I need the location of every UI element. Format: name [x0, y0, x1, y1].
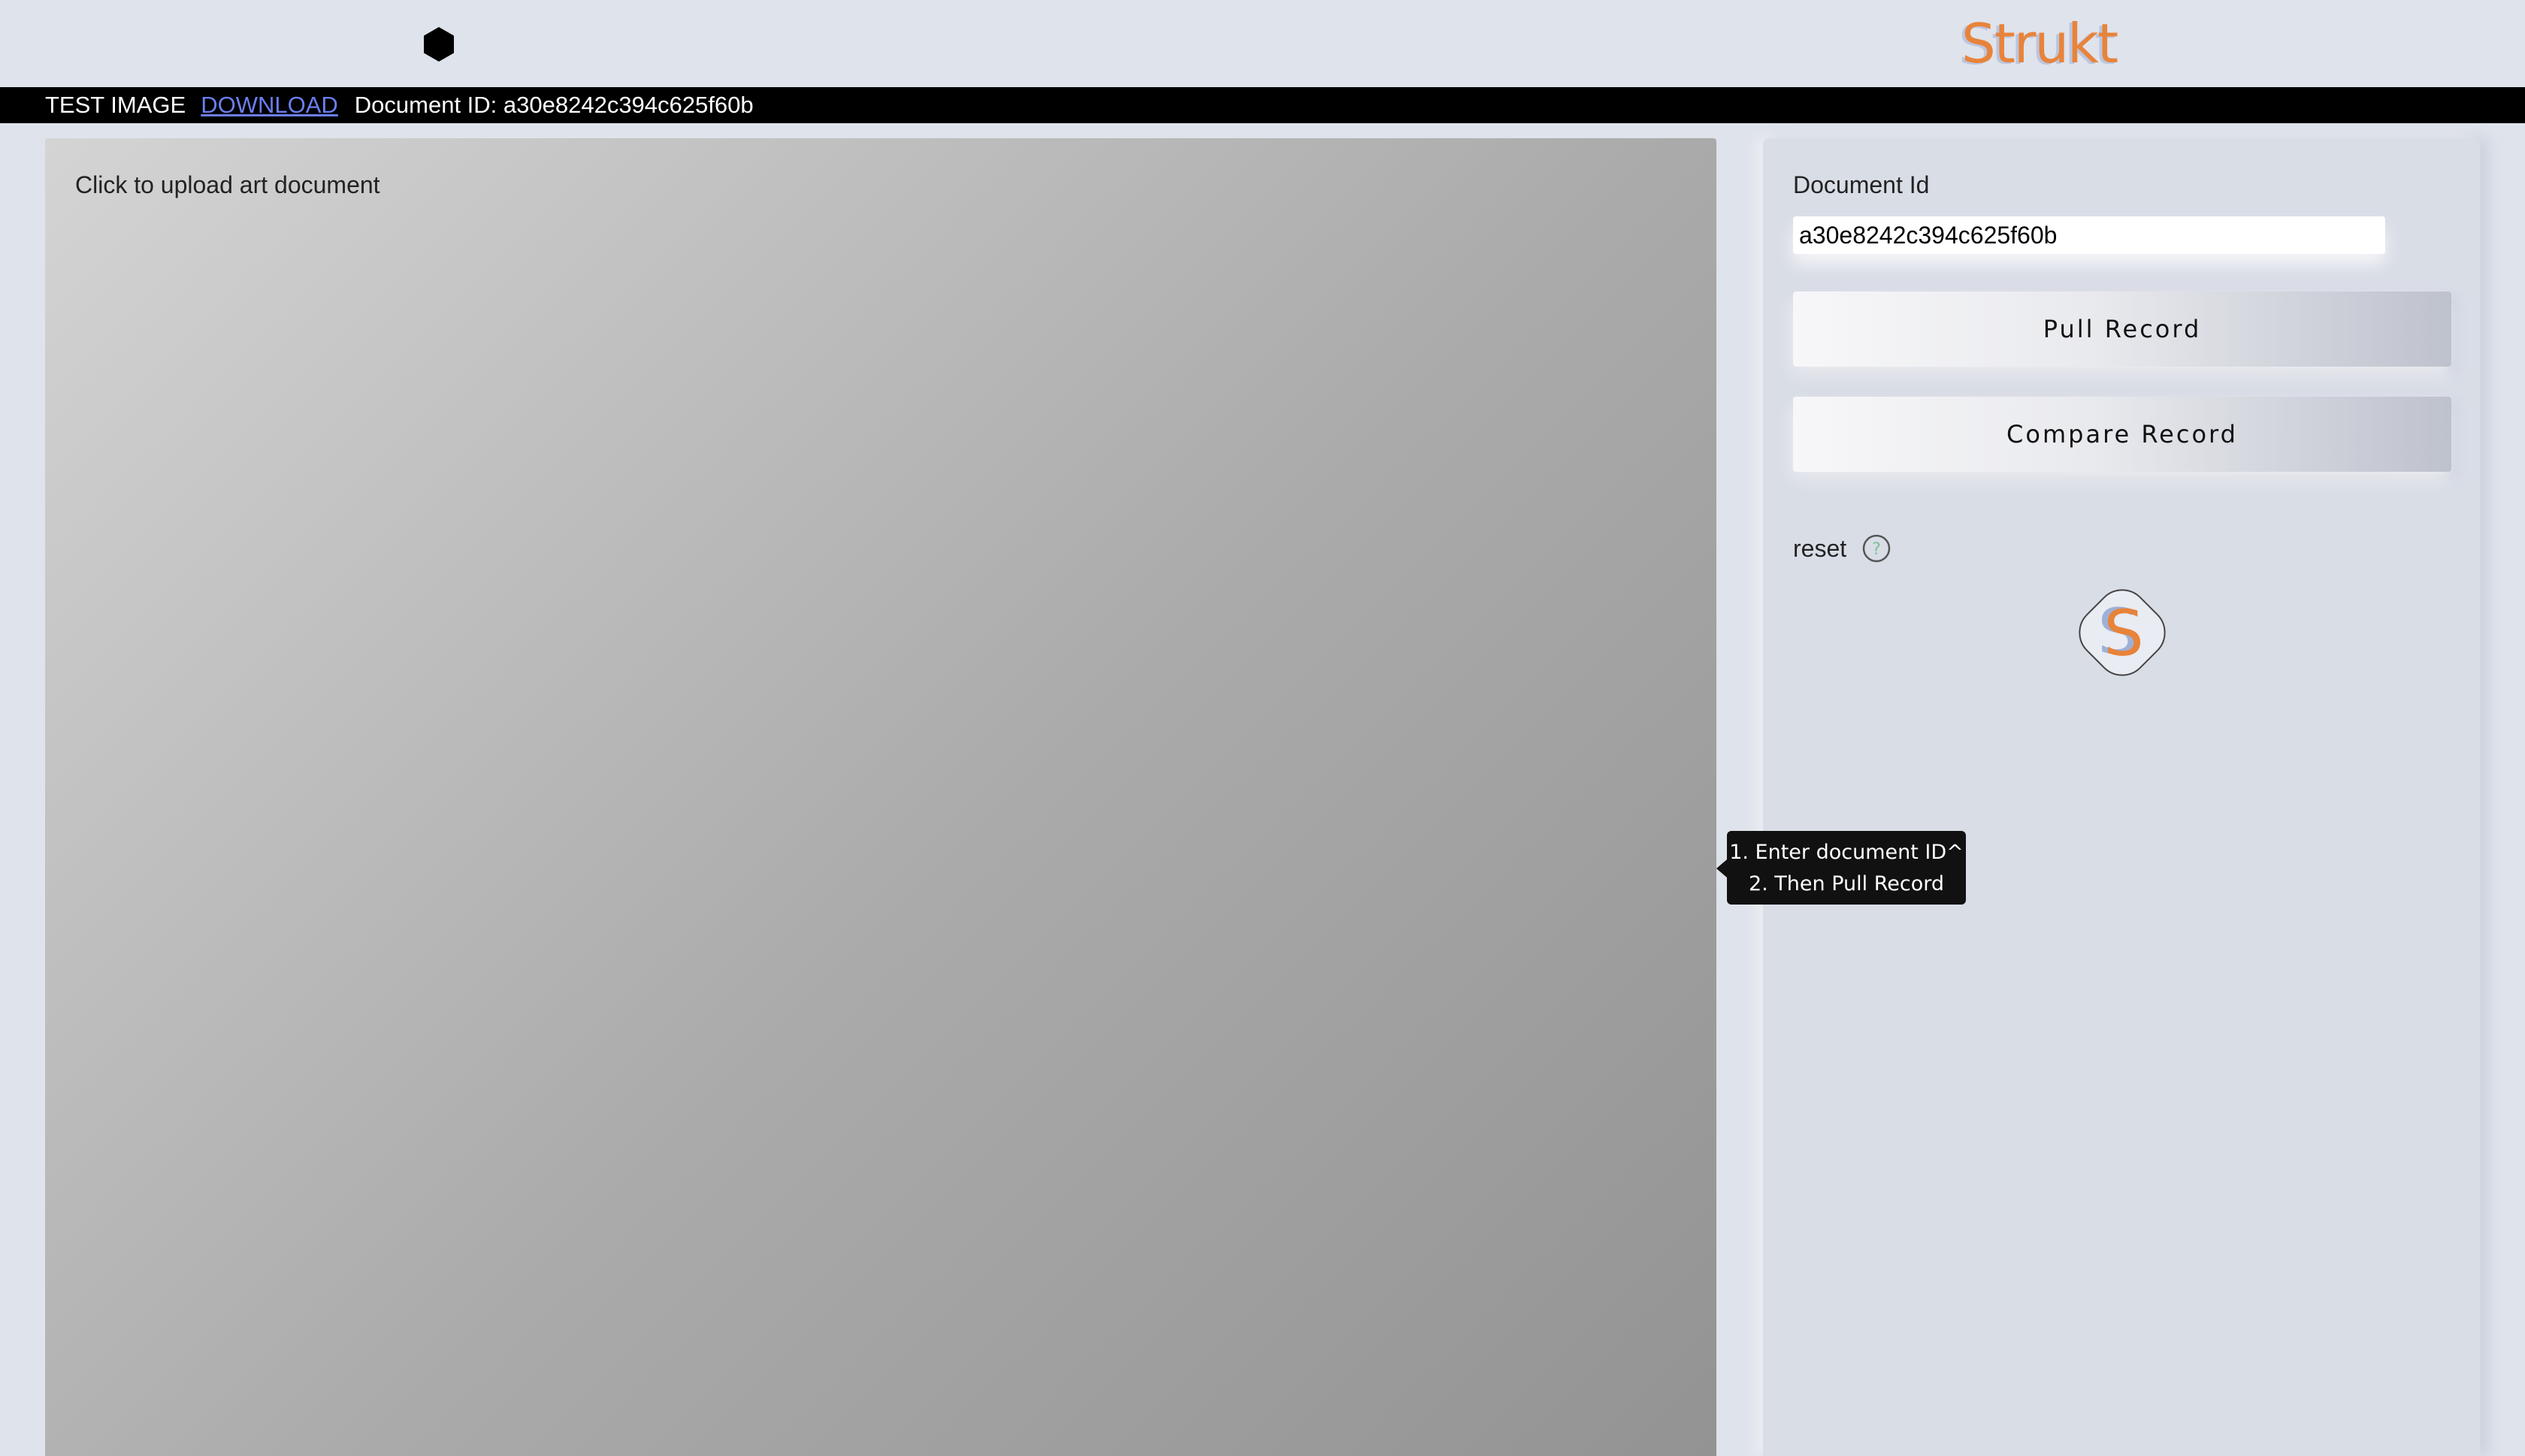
- test-image-label: TEST IMAGE: [45, 92, 186, 118]
- upload-prompt: Click to upload art document: [75, 171, 380, 198]
- reset-row: reset ?: [1793, 533, 1891, 563]
- instructions-tooltip: 1. Enter document ID^ 2. Then Pull Recor…: [1716, 831, 1966, 905]
- brand-logo[interactable]: Strukt: [1961, 12, 2118, 75]
- strukt-s-logo-icon: S S: [2079, 589, 2166, 676]
- app-root: Strukt TEST IMAGE DOWNLOAD Document ID: …: [0, 0, 2525, 1456]
- tooltip-line-2: 2. Then Pull Record: [1748, 872, 1945, 896]
- logo-letter: S: [2103, 597, 2143, 670]
- svg-text:?: ?: [1872, 540, 1881, 559]
- compare-record-button[interactable]: Compare Record: [1793, 397, 2451, 472]
- document-id-label: Document Id: [1793, 171, 1930, 198]
- download-link[interactable]: DOWNLOAD: [201, 92, 338, 119]
- record-side-panel: Document Id Pull Record Compare Record r…: [1763, 138, 2480, 1456]
- pull-record-button[interactable]: Pull Record: [1793, 292, 2451, 367]
- hexagon-icon[interactable]: [420, 26, 458, 63]
- tooltip-line-1: 1. Enter document ID^: [1729, 841, 1964, 864]
- question-circle-icon[interactable]: ?: [1861, 533, 1891, 563]
- document-id-input[interactable]: [1793, 216, 2385, 254]
- top-header: Strukt: [0, 0, 2525, 87]
- document-info-bar: TEST IMAGE DOWNLOAD Document ID: a30e824…: [0, 87, 2525, 123]
- document-id-text: Document ID: a30e8242c394c625f60b: [354, 92, 754, 118]
- upload-dropzone[interactable]: Click to upload art document: [45, 138, 1716, 1456]
- reset-link[interactable]: reset: [1793, 535, 1846, 563]
